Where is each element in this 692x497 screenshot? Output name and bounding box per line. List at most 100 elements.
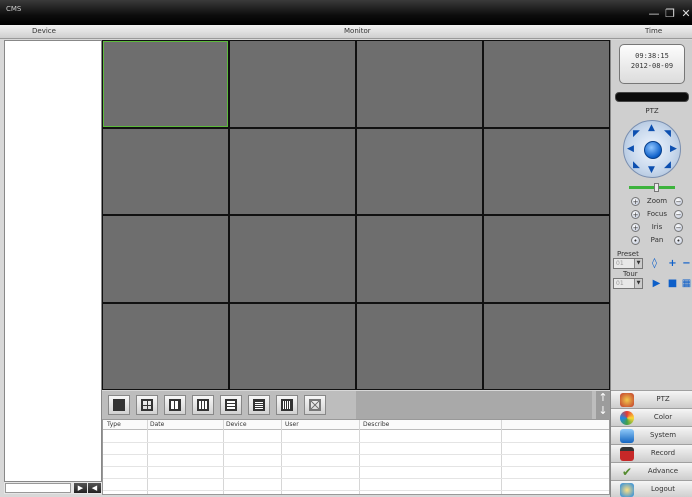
video-window[interactable] [357, 216, 482, 302]
row-divider [103, 478, 609, 479]
scroll-arrows-icon[interactable]: ↑ ↓ [596, 391, 610, 419]
video-window[interactable] [357, 41, 482, 127]
layout-1-button[interactable] [108, 395, 130, 415]
color-icon [620, 411, 634, 425]
video-window[interactable] [484, 216, 609, 302]
layout-16-button[interactable] [276, 395, 298, 415]
video-window[interactable] [484, 128, 609, 214]
menu-ptz[interactable]: PTZ [611, 390, 692, 408]
arrow-down-left-icon[interactable]: ◣ [633, 161, 640, 170]
video-window[interactable] [103, 128, 228, 214]
tour-value: 01 [616, 280, 624, 287]
restore-button[interactable]: ❐ [664, 8, 676, 19]
arrow-down-icon[interactable]: ▼ [648, 166, 655, 175]
layout-6-icon [169, 399, 181, 411]
video-window[interactable] [230, 303, 355, 389]
function-menu: PTZ Color System Record ✔ Advance Logout [611, 390, 692, 497]
layout-8-button[interactable] [192, 395, 214, 415]
ptz-center-button[interactable] [644, 141, 662, 159]
layout-4-icon [141, 399, 153, 411]
layout-toolbar: ↑ ↓ [102, 391, 610, 419]
video-window[interactable] [230, 216, 355, 302]
preset-add-icon[interactable]: + [667, 258, 678, 269]
logout-icon [620, 483, 634, 497]
play-left-icon[interactable]: ◀ [88, 483, 101, 493]
menu-system[interactable]: System [611, 426, 692, 444]
layout-4-button[interactable] [136, 395, 158, 415]
focus-label: Focus [647, 210, 667, 218]
video-window[interactable] [230, 41, 355, 127]
tour-play-icon[interactable]: ▶ [651, 278, 662, 289]
video-window[interactable] [230, 128, 355, 214]
menu-ptz-label: PTZ [656, 395, 670, 403]
play-right-icon[interactable]: ▶ [74, 483, 87, 493]
arrow-up-left-icon[interactable]: ◤ [633, 130, 640, 139]
header-bar: Device Monitor Time [0, 25, 692, 39]
video-window[interactable] [357, 128, 482, 214]
layout-9-icon [225, 399, 237, 411]
tour-label: Tour [623, 270, 638, 278]
tour-stop-icon[interactable]: ■ [667, 278, 678, 289]
device-scrollbar[interactable] [5, 483, 71, 493]
fullscreen-button[interactable] [304, 395, 326, 415]
video-window[interactable] [484, 303, 609, 389]
layout-6-button[interactable] [164, 395, 186, 415]
dropdown-arrow-icon[interactable]: ▼ [634, 279, 642, 288]
monitor-grid [102, 40, 610, 390]
record-icon [620, 447, 634, 461]
clock-time: 09:38:15 [635, 52, 669, 60]
col-describe: Describe [363, 421, 390, 428]
row-divider [103, 442, 609, 443]
layout-13-icon [253, 399, 265, 411]
video-window[interactable] [357, 303, 482, 389]
preset-goto-icon[interactable]: ◊ [649, 258, 660, 269]
zoom-out-button[interactable]: − [674, 197, 683, 206]
pan-start-button[interactable]: • [631, 236, 640, 245]
clock-date: 2012-08-09 [630, 62, 674, 70]
menu-color[interactable]: Color [611, 408, 692, 426]
tour-grid-icon[interactable]: ▦ [681, 278, 692, 289]
time-header: Time [645, 27, 663, 35]
device-tree[interactable] [4, 40, 102, 482]
ptz-direction-wheel[interactable]: ▲ ▼ ◀ ▶ ◤ ◥ ◣ ◢ [623, 120, 681, 178]
iris-label: Iris [651, 223, 663, 231]
arrow-down-right-icon[interactable]: ◢ [664, 161, 671, 170]
arrow-up-icon[interactable]: ▲ [648, 124, 655, 133]
arrow-up-right-icon[interactable]: ◥ [664, 130, 671, 139]
clock-display: 09:38:15 2012-08-09 [619, 44, 685, 84]
arrow-left-icon[interactable]: ◀ [627, 145, 634, 154]
menu-record[interactable]: Record [611, 444, 692, 462]
video-window[interactable] [103, 216, 228, 302]
ptz-speed-slider[interactable] [629, 183, 675, 192]
zoom-control: + Zoom − [627, 196, 683, 207]
minimize-button[interactable]: — [648, 8, 660, 19]
column-divider [223, 420, 224, 494]
focus-out-button[interactable]: − [674, 210, 683, 219]
system-icon [620, 429, 634, 443]
tour-select[interactable]: 01 ▼ [613, 278, 643, 289]
menu-advance[interactable]: ✔ Advance [611, 462, 692, 480]
preset-remove-icon[interactable]: − [681, 258, 692, 269]
menu-logout[interactable]: Logout [611, 480, 692, 497]
video-window[interactable] [103, 303, 228, 389]
layout-13-button[interactable] [248, 395, 270, 415]
iris-open-button[interactable]: + [631, 223, 640, 232]
title-bar: CMS — ❐ ✕ [0, 0, 692, 25]
video-window[interactable] [484, 41, 609, 127]
log-table: Type Date Device User Describe [102, 419, 610, 495]
iris-close-button[interactable]: − [674, 223, 683, 232]
right-panel: 09:38:15 2012-08-09 PTZ ▲ ▼ ◀ ▶ ◤ ◥ ◣ ◢ … [610, 40, 692, 497]
zoom-in-button[interactable]: + [631, 197, 640, 206]
zoom-label: Zoom [646, 197, 668, 205]
slider-knob[interactable] [654, 183, 659, 192]
pan-stop-button[interactable]: • [674, 236, 683, 245]
close-button[interactable]: ✕ [680, 8, 692, 19]
arrow-right-icon[interactable]: ▶ [670, 145, 677, 154]
preset-label: Preset [617, 250, 639, 258]
video-window[interactable] [103, 41, 228, 127]
dropdown-arrow-icon[interactable]: ▼ [634, 259, 642, 268]
monitor-header: Monitor [344, 27, 371, 35]
preset-select[interactable]: 01 ▼ [613, 258, 643, 269]
layout-9-button[interactable] [220, 395, 242, 415]
focus-in-button[interactable]: + [631, 210, 640, 219]
